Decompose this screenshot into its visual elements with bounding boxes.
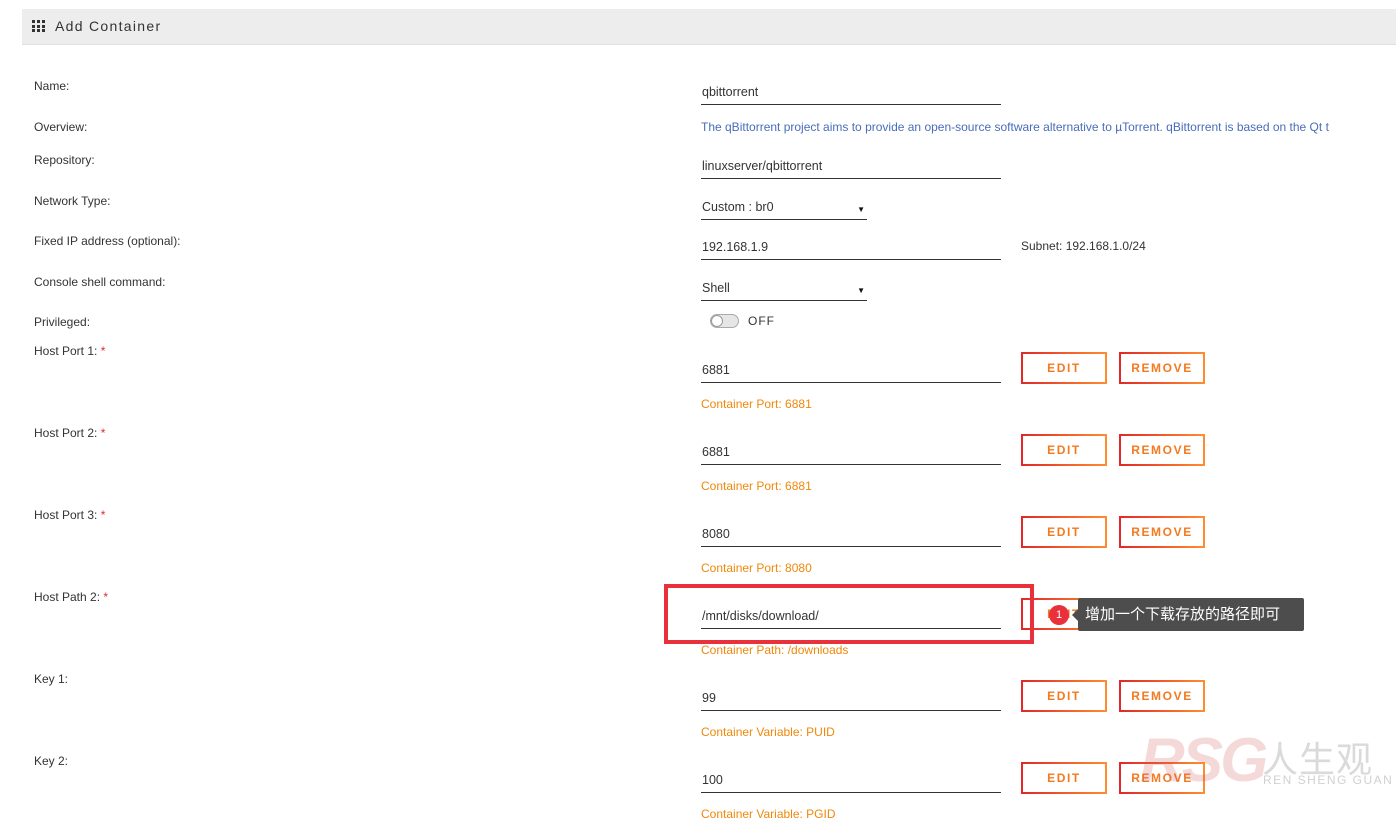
edit-button[interactable]: EDIT bbox=[1021, 516, 1107, 548]
host-port-1-label: Host Port 1: * bbox=[34, 344, 106, 358]
key-1-label: Key 1: bbox=[34, 672, 69, 686]
container-port-info: Container Port: 8080 bbox=[701, 561, 812, 575]
overview-label: Overview: bbox=[34, 120, 88, 134]
container-port-info: Container Port: 6881 bbox=[701, 479, 812, 493]
repository-label: Repository: bbox=[34, 153, 95, 167]
host-port-2-label: Host Port 2: * bbox=[34, 426, 106, 440]
privileged-label: Privileged: bbox=[34, 315, 91, 329]
overview-text: The qBittorrent project aims to provide … bbox=[701, 120, 1329, 134]
key-1-input[interactable]: 99 bbox=[701, 683, 1001, 711]
container-variable-info: Container Variable: PGID bbox=[701, 807, 836, 821]
toggle-knob bbox=[711, 315, 723, 327]
key-2-input[interactable]: 100 bbox=[701, 765, 1001, 793]
remove-button[interactable]: REMOVE bbox=[1119, 352, 1205, 384]
edit-button[interactable]: EDIT bbox=[1021, 680, 1107, 712]
annotation-tooltip: 增加一个下载存放的路径即可 bbox=[1072, 598, 1304, 631]
remove-button[interactable]: REMOVE bbox=[1119, 762, 1205, 794]
remove-button[interactable]: REMOVE bbox=[1119, 434, 1205, 466]
privileged-toggle[interactable] bbox=[710, 314, 739, 328]
remove-button[interactable]: REMOVE bbox=[1119, 516, 1205, 548]
key-2-label: Key 2: bbox=[34, 754, 69, 768]
host-port-2-input[interactable]: 6881 bbox=[701, 437, 1001, 465]
container-port-info: Container Port: 6881 bbox=[701, 397, 812, 411]
edit-button[interactable]: EDIT bbox=[1021, 352, 1107, 384]
console-shell-label: Console shell command: bbox=[34, 275, 166, 289]
host-port-3-input[interactable]: 8080 bbox=[701, 519, 1001, 547]
page-title: Add Container bbox=[55, 18, 162, 34]
network-type-label: Network Type: bbox=[34, 194, 111, 208]
subnet-text: Subnet: 192.168.1.0/24 bbox=[1021, 239, 1146, 253]
edit-button[interactable]: EDIT bbox=[1021, 434, 1107, 466]
remove-button[interactable]: REMOVE bbox=[1119, 680, 1205, 712]
page-header: Add Container bbox=[22, 9, 1396, 45]
container-path-info: Container Path: /downloads bbox=[701, 643, 849, 657]
grid-icon bbox=[32, 20, 46, 32]
annotation-highlight-box bbox=[664, 584, 1034, 644]
host-path-2-label: Host Path 2: * bbox=[34, 590, 109, 604]
network-type-select[interactable]: Custom : br0 ▼ bbox=[701, 192, 867, 220]
edit-button[interactable]: EDIT bbox=[1021, 762, 1107, 794]
name-label: Name: bbox=[34, 79, 70, 93]
name-input[interactable]: qbittorrent bbox=[701, 77, 1001, 105]
fixed-ip-input[interactable]: 192.168.1.9 bbox=[701, 232, 1001, 260]
host-port-1-input[interactable]: 6881 bbox=[701, 355, 1001, 383]
caret-down-icon: ▼ bbox=[857, 286, 865, 295]
console-shell-select[interactable]: Shell ▼ bbox=[701, 273, 867, 301]
host-port-3-label: Host Port 3: * bbox=[34, 508, 106, 522]
repository-input[interactable]: linuxserver/qbittorrent bbox=[701, 151, 1001, 179]
privileged-state: OFF bbox=[748, 314, 775, 328]
container-variable-info: Container Variable: PUID bbox=[701, 725, 835, 739]
step-badge: 1 bbox=[1049, 605, 1069, 625]
caret-down-icon: ▼ bbox=[857, 205, 865, 214]
fixed-ip-label: Fixed IP address (optional): bbox=[34, 234, 181, 248]
